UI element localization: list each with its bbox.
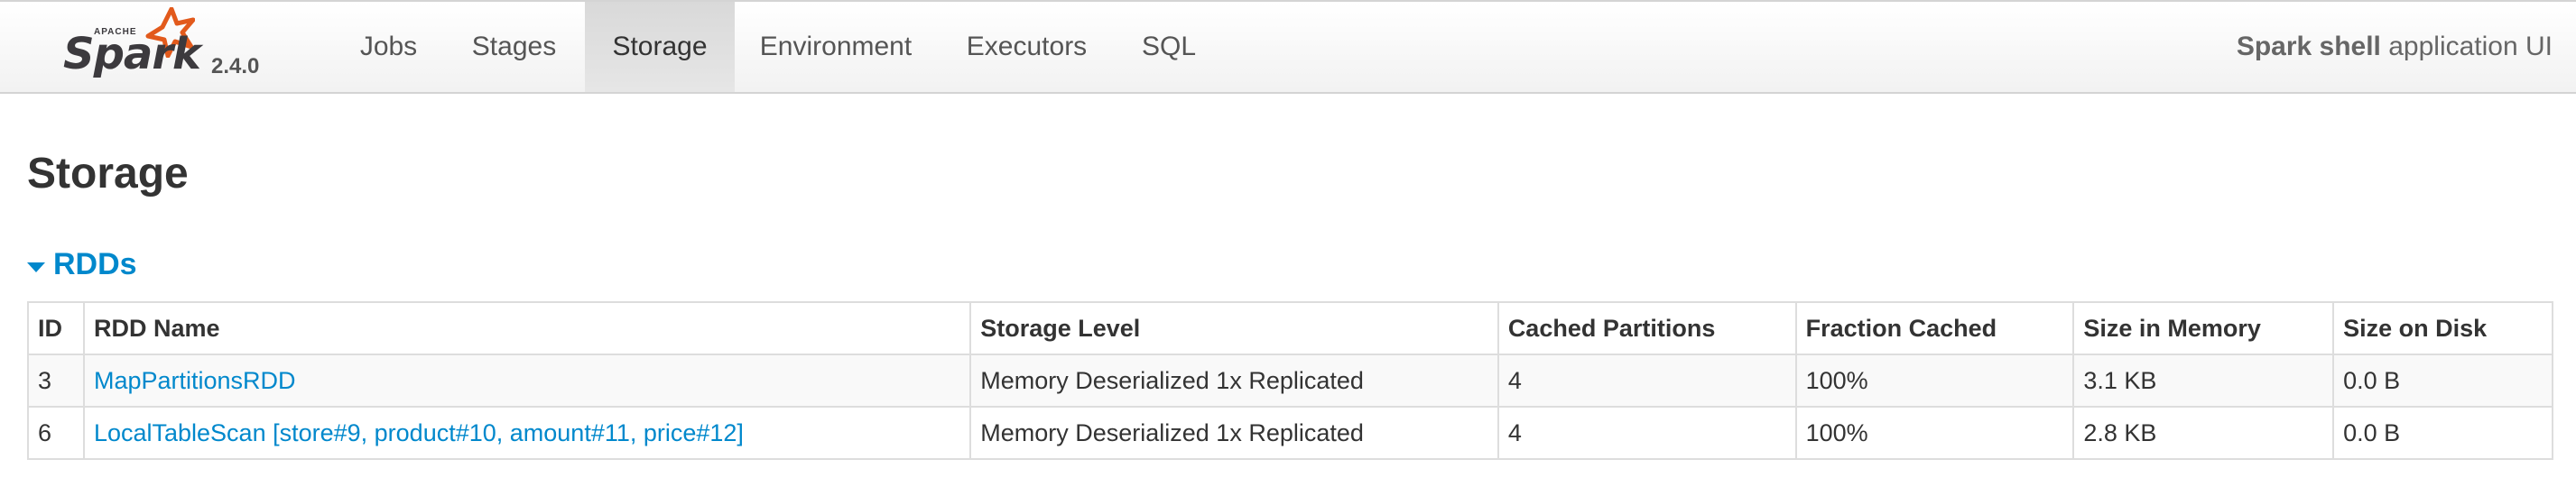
cell-storage-level: Memory Deserialized 1x Replicated — [969, 354, 1499, 408]
cell-id: 6 — [27, 406, 85, 460]
cell-cached-partitions: 4 — [1496, 406, 1797, 460]
column-header-size-on-disk[interactable]: Size on Disk — [2332, 301, 2553, 355]
cell-rdd-name: LocalTableScan [store#9, product#10, amo… — [82, 406, 972, 460]
tab-jobs[interactable]: Jobs — [341, 2, 436, 92]
cell-size-on-disk: 0.0 B — [2332, 354, 2553, 408]
app-title: Spark shell application UI — [2237, 2, 2553, 92]
rdd-table: ID RDD Name Storage Level Cached Partiti… — [27, 301, 2553, 460]
brand-name: Spark — [63, 29, 201, 79]
tab-storage[interactable]: Storage — [585, 2, 735, 92]
column-header-size-in-memory[interactable]: Size in Memory — [2072, 301, 2335, 355]
column-header-id[interactable]: ID — [27, 301, 85, 355]
cell-storage-level: Memory Deserialized 1x Replicated — [969, 406, 1499, 460]
column-header-fraction-cached[interactable]: Fraction Cached — [1794, 301, 2075, 355]
app-name: Spark shell — [2236, 32, 2381, 61]
column-header-storage-level[interactable]: Storage Level — [969, 301, 1499, 355]
cell-fraction-cached: 100% — [1794, 354, 2075, 408]
cell-size-on-disk: 0.0 B — [2332, 406, 2553, 460]
caret-down-icon — [27, 262, 45, 272]
section-label: RDDs — [53, 247, 137, 281]
rdd-name-link[interactable]: MapPartitionsRDD — [94, 367, 296, 394]
column-header-rdd-name[interactable]: RDD Name — [82, 301, 972, 355]
rdd-name-link[interactable]: LocalTableScan [store#9, product#10, amo… — [94, 419, 744, 446]
cell-fraction-cached: 100% — [1794, 406, 2075, 460]
table-row: 6 LocalTableScan [store#9, product#10, a… — [27, 406, 2553, 460]
cell-id: 3 — [27, 354, 85, 408]
tab-sql[interactable]: SQL — [1126, 2, 1211, 92]
cell-rdd-name: MapPartitionsRDD — [82, 354, 972, 408]
spark-version: 2.4.0 — [211, 54, 260, 78]
cell-size-in-memory: 2.8 KB — [2072, 406, 2335, 460]
tab-environment[interactable]: Environment — [746, 2, 926, 92]
cell-cached-partitions: 4 — [1496, 354, 1797, 408]
table-header-row: ID RDD Name Storage Level Cached Partiti… — [27, 301, 2553, 355]
table-row: 3 MapPartitionsRDD Memory Deserialized 1… — [27, 354, 2553, 408]
page-title: Storage — [27, 150, 189, 198]
app-title-suffix: application UI — [2380, 32, 2553, 61]
top-navbar: APACHE Spark 2.4.0 Jobs Stages Storage E… — [0, 0, 2576, 94]
spark-logo[interactable]: APACHE Spark 2.4.0 — [58, 7, 274, 90]
cell-size-in-memory: 3.1 KB — [2072, 354, 2335, 408]
column-header-cached-partitions[interactable]: Cached Partitions — [1496, 301, 1797, 355]
tab-stages[interactable]: Stages — [455, 2, 573, 92]
tab-executors[interactable]: Executors — [953, 2, 1100, 92]
